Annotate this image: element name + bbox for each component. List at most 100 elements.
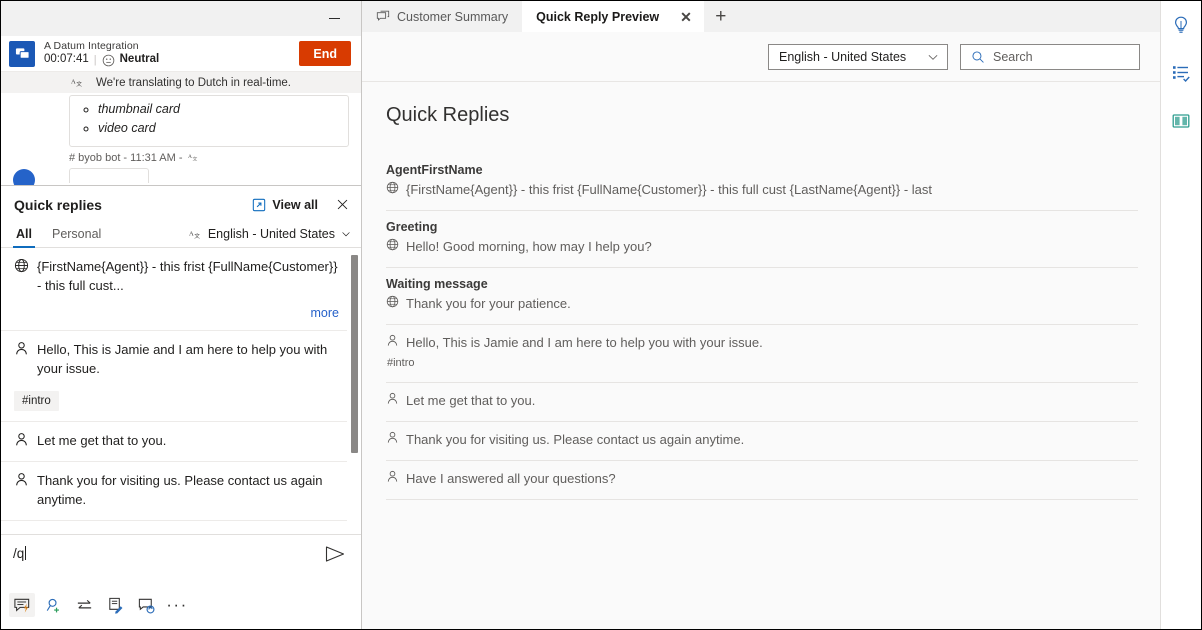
conversation-header: A Datum Integration 00:07:41 | Neutral bbox=[1, 36, 361, 72]
globe-icon bbox=[386, 181, 399, 194]
translate-icon: A 文 bbox=[188, 152, 199, 163]
table-row[interactable]: AgentFirstName {FirstName{Agent}} - bbox=[386, 141, 1138, 211]
knowledge-base-icon[interactable] bbox=[1167, 107, 1195, 135]
reply-line: Have I answered all your questions? bbox=[386, 470, 1138, 486]
conversation-status: 00:07:41 | Neutral bbox=[44, 53, 299, 66]
quick-replies-list[interactable]: {FirstName{Agent}} - this frist {FullNam… bbox=[1, 248, 361, 534]
tab-quick-reply-preview[interactable]: Quick Reply Preview ✕ bbox=[522, 1, 704, 32]
quick-reply-preview-list: AgentFirstName {FirstName{Agent}} - bbox=[386, 141, 1138, 500]
svg-text:文: 文 bbox=[194, 231, 200, 239]
person-icon bbox=[386, 431, 399, 444]
list-item[interactable]: Thank you for visiting us. Please contac… bbox=[1, 462, 347, 521]
translation-banner: A 文 We're translating to Dutch in real-t… bbox=[1, 72, 361, 93]
svg-text:A: A bbox=[71, 78, 76, 85]
tab-strip: Customer Summary Quick Reply Preview ✕ + bbox=[362, 1, 1160, 32]
quick-reply-text: {FirstName{Agent}} - this frist {FullNam… bbox=[37, 258, 339, 296]
tab-label: Quick Reply Preview bbox=[536, 10, 659, 24]
close-icon[interactable]: ✕ bbox=[676, 8, 696, 26]
quick-replies-title: Quick replies bbox=[14, 197, 252, 213]
conversation-avatar-icon bbox=[9, 41, 35, 67]
language-dropdown[interactable]: English - United States bbox=[768, 44, 948, 70]
add-tab-button[interactable]: + bbox=[704, 1, 738, 32]
view-all-button[interactable]: View all bbox=[252, 198, 318, 212]
more-tools-button[interactable]: ··· bbox=[164, 593, 190, 617]
sentiment-icon bbox=[102, 54, 115, 67]
quick-reply-content: {FirstName{Agent}} - this frist {FullNam… bbox=[14, 258, 339, 296]
tab-all[interactable]: All bbox=[14, 227, 34, 247]
language-selector[interactable]: A 文 English - United States bbox=[189, 227, 351, 247]
partial-message-bubble bbox=[69, 168, 149, 183]
quick-replies-tool-button[interactable] bbox=[9, 593, 35, 617]
list-item[interactable]: Let me get that to you. bbox=[1, 422, 347, 462]
table-row[interactable]: Waiting message Thank you for your p bbox=[386, 268, 1138, 325]
message-composer: /q bbox=[1, 534, 361, 629]
svg-text:文: 文 bbox=[192, 156, 197, 163]
reply-line: {FirstName{Agent}} - this frist {FullNam… bbox=[386, 181, 1138, 197]
reply-line: Hello! Good morning, how may I help you? bbox=[386, 238, 1138, 254]
minimize-icon bbox=[329, 18, 340, 20]
tab-customer-summary[interactable]: Customer Summary bbox=[362, 1, 522, 32]
send-button[interactable] bbox=[323, 545, 347, 563]
quick-reply-text: Thank you for visiting us. Please contac… bbox=[37, 472, 339, 510]
chevron-down-icon bbox=[927, 51, 939, 63]
consult-tool-button[interactable] bbox=[40, 593, 66, 617]
avatar bbox=[13, 169, 35, 185]
table-row[interactable]: Hello, This is Jamie and I am here to he… bbox=[386, 325, 1138, 383]
message-input[interactable]: /q bbox=[13, 545, 323, 561]
agent-scripts-icon[interactable] bbox=[1167, 59, 1195, 87]
conversation-meta: A Datum Integration 00:07:41 | Neutral bbox=[44, 40, 299, 66]
globe-icon bbox=[14, 258, 29, 273]
smart-assist-icon[interactable] bbox=[1167, 11, 1195, 39]
conversation-titlebar bbox=[1, 1, 361, 36]
notes-tool-button[interactable] bbox=[102, 593, 128, 617]
quick-reply-tag: #intro bbox=[14, 391, 59, 411]
tab-personal[interactable]: Personal bbox=[50, 227, 103, 247]
byline-text: # byob bot - 11:31 AM - bbox=[69, 152, 183, 164]
reply-text: Thank you for your patience. bbox=[406, 296, 571, 311]
table-row[interactable]: Greeting Hello! Good morning, how ma bbox=[386, 211, 1138, 268]
message-byline: # byob bot - 11:31 AM - A 文 bbox=[69, 152, 349, 164]
quick-reply-text: Let me get that to you. bbox=[37, 432, 339, 451]
table-row[interactable]: Have I answered all your questions? bbox=[386, 461, 1138, 500]
end-conversation-button[interactable]: End bbox=[299, 41, 351, 66]
quick-reply-content: Let me get that to you. bbox=[14, 432, 339, 451]
composer-toolbar: ··· bbox=[1, 589, 361, 629]
close-icon[interactable] bbox=[334, 196, 351, 213]
search-input[interactable]: Search bbox=[960, 44, 1140, 70]
chevron-down-icon bbox=[341, 229, 351, 239]
globe-icon bbox=[386, 238, 399, 251]
reply-text: Hello! Good morning, how may I help you? bbox=[406, 239, 652, 254]
list-item: video card bbox=[98, 119, 338, 138]
person-icon bbox=[14, 341, 29, 356]
quick-reply-content: Thank you for visiting us. Please contac… bbox=[14, 472, 339, 510]
reply-line: Hello, This is Jamie and I am here to he… bbox=[386, 334, 1138, 350]
reply-text: Let me get that to you. bbox=[406, 393, 535, 408]
person-icon bbox=[386, 334, 399, 347]
conversation-transcript: thumbnail card video card # byob bot - 1… bbox=[1, 93, 361, 185]
list-item[interactable]: {FirstName{Agent}} - this frist {FullNam… bbox=[1, 248, 347, 331]
reply-text: {FirstName{Agent}} - this frist {FullNam… bbox=[406, 182, 932, 197]
transfer-tool-button[interactable] bbox=[71, 593, 97, 617]
preview-body: Quick Replies AgentFirstName bbox=[362, 82, 1160, 629]
minimize-button[interactable] bbox=[321, 8, 347, 30]
translate-icon: A 文 bbox=[71, 76, 84, 89]
chat-icon bbox=[376, 10, 390, 24]
linked-record-tool-button[interactable] bbox=[133, 593, 159, 617]
search-icon bbox=[971, 50, 985, 64]
scrollbar-thumb[interactable] bbox=[351, 255, 358, 453]
bot-message-card: thumbnail card video card bbox=[69, 95, 349, 147]
productivity-rail bbox=[1160, 1, 1201, 629]
quick-reply-content: Hello, This is Jamie and I am here to he… bbox=[14, 341, 339, 379]
conversation-timer: 00:07:41 bbox=[44, 53, 89, 66]
table-row[interactable]: Thank you for visiting us. Please contac… bbox=[386, 422, 1138, 461]
more-link[interactable]: more bbox=[14, 306, 339, 320]
customer-name: A Datum Integration bbox=[44, 40, 299, 52]
table-row[interactable]: Let me get that to you. bbox=[386, 383, 1138, 422]
reply-tag: #intro bbox=[386, 357, 1138, 369]
quick-replies-scrollbar[interactable] bbox=[350, 248, 359, 534]
quick-replies-header: Quick replies View all bbox=[1, 186, 361, 219]
tab-label: Customer Summary bbox=[397, 10, 508, 24]
list-item: thumbnail card bbox=[98, 100, 338, 119]
language-label: English - United States bbox=[208, 227, 335, 241]
list-item[interactable]: Hello, This is Jamie and I am here to he… bbox=[1, 331, 347, 423]
